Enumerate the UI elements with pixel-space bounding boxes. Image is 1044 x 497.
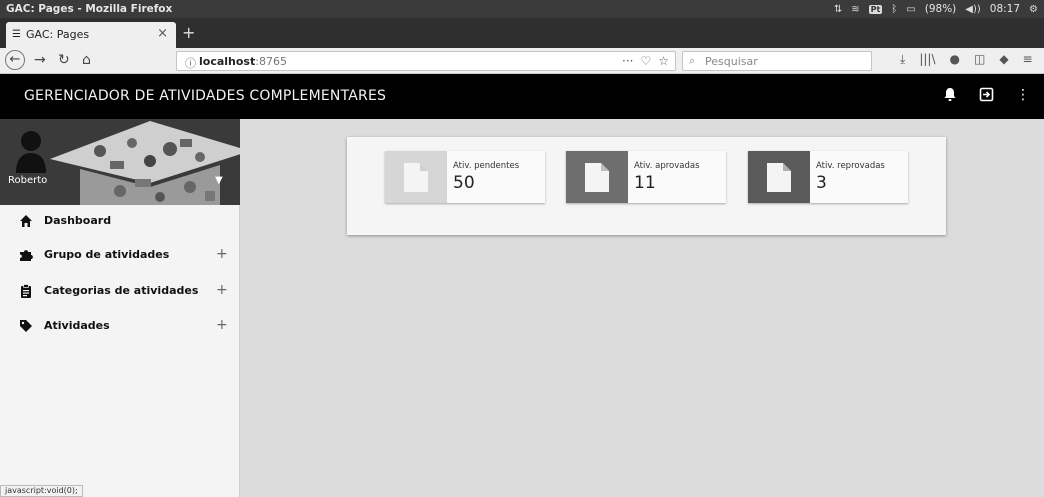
tab-strip: ☰ GAC: Pages × + [0, 18, 1044, 48]
user-profile-banner: Roberto ▼ [0, 119, 240, 205]
volume-icon[interactable]: ◀)) [965, 4, 981, 15]
sidebar-item-dashboard[interactable]: Dashboard [0, 205, 240, 239]
stat-label: Ativ. reprovadas [816, 161, 885, 171]
forward-button[interactable]: → [34, 52, 46, 68]
addon-icon[interactable]: ● [949, 52, 959, 67]
url-host: localhost [199, 55, 256, 68]
bookmark-star-icon[interactable]: ☆ [658, 54, 669, 68]
stat-box-rejected[interactable]: Ativ. reprovadas 3 [748, 151, 908, 203]
battery-percentage: (98%) [924, 3, 957, 15]
sidebar-item-label: Atividades [44, 319, 110, 332]
url-bar[interactable]: ⓘ localhost:8765 ··· ♡ ☆ [176, 51, 676, 71]
stat-value: 11 [634, 173, 656, 193]
settings-gear-icon[interactable]: ⚙ [1029, 4, 1038, 15]
battery-icon[interactable]: ▭ [906, 4, 915, 15]
browser-toolbar-icons: ⤓ |||\ ● ◫ ◆ ≡ [900, 52, 1033, 67]
stat-icon-box [385, 151, 447, 203]
sidebar-toggle-icon[interactable]: ◫ [974, 52, 985, 67]
avatar[interactable] [14, 129, 48, 173]
stat-label: Ativ. aprovadas [634, 161, 700, 171]
sidebar-item-label: Categorias de atividades [44, 284, 199, 297]
url-bar-tools: ··· ♡ ☆ [622, 54, 669, 68]
clock[interactable]: 08:17 [990, 3, 1020, 15]
pocket-icon[interactable]: ♡ [640, 54, 651, 68]
user-name[interactable]: Roberto [8, 175, 47, 186]
tab-title: GAC: Pages [26, 28, 90, 41]
app-header: GERENCIADOR DE ATIVIDADES COMPLEMENTARES… [0, 74, 1044, 119]
navigation-toolbar: ← → ↻ ⌂ ⓘ localhost:8765 ··· ♡ ☆ ⌕ Pesqu… [0, 48, 1044, 74]
page-actions-icon[interactable]: ··· [622, 54, 633, 68]
stat-icon-box [748, 151, 810, 203]
stats-card: Ativ. pendentes 50 Ativ. aprovadas 11 At… [347, 137, 946, 235]
chevron-down-icon[interactable]: ▼ [215, 175, 223, 186]
library-icon[interactable]: |||\ [919, 52, 935, 67]
window-title: GAC: Pages - Mozilla Firefox [6, 3, 173, 15]
expand-plus-icon[interactable]: + [216, 282, 228, 298]
site-info-icon[interactable]: ⓘ [185, 55, 196, 71]
browser-tab[interactable]: ☰ GAC: Pages × [6, 22, 176, 48]
expand-plus-icon[interactable]: + [216, 246, 228, 262]
puzzle-icon [18, 248, 34, 264]
document-icon [767, 163, 791, 192]
clipboard-icon [18, 284, 34, 300]
new-tab-button[interactable]: + [182, 23, 195, 42]
expand-plus-icon[interactable]: + [216, 317, 228, 333]
stat-box-approved[interactable]: Ativ. aprovadas 11 [566, 151, 726, 203]
app-title: GERENCIADOR DE ATIVIDADES COMPLEMENTARES [24, 88, 387, 104]
reload-button[interactable]: ↻ [58, 52, 70, 68]
document-icon [585, 163, 609, 192]
system-tray: ⇅ ≋ Pt ᛒ ▭ (98%) ◀)) 08:17 ⚙ [834, 3, 1038, 15]
search-icon: ⌕ [689, 54, 696, 67]
network-icon[interactable]: ⇅ [834, 4, 842, 15]
more-vert-icon[interactable]: ⋮ [1016, 87, 1030, 106]
search-placeholder: Pesquisar [705, 55, 758, 68]
menu-hamburger-icon[interactable]: ≡ [1023, 52, 1033, 67]
extension-icon[interactable]: ◆ [999, 52, 1008, 67]
search-input[interactable]: ⌕ Pesquisar [682, 51, 872, 71]
home-icon [18, 214, 34, 230]
keyboard-layout-badge[interactable]: Pt [868, 4, 883, 14]
download-icon[interactable]: ⤓ [900, 52, 905, 67]
sidebar: Roberto ▼ Dashboard Grupo de atividades … [0, 119, 240, 497]
sidebar-item-atividades[interactable]: Atividades + [0, 310, 240, 344]
notifications-bell-icon[interactable] [943, 87, 957, 106]
graduation-cap-banner-icon [50, 121, 240, 205]
sidebar-item-label: Grupo de atividades [44, 248, 170, 261]
header-actions: ⋮ [943, 87, 1030, 106]
url-text: localhost:8765 [199, 55, 287, 68]
tab-favicon-icon: ☰ [12, 29, 21, 40]
sidebar-item-label: Dashboard [44, 214, 112, 227]
stat-label: Ativ. pendentes [453, 161, 520, 171]
back-button[interactable]: ← [5, 50, 25, 70]
tag-icon [18, 319, 34, 335]
stat-icon-box [566, 151, 628, 203]
close-tab-icon[interactable]: × [157, 26, 168, 41]
logout-icon[interactable] [979, 87, 994, 106]
stat-value: 50 [453, 173, 475, 193]
status-bar-url: javascript:void(0); [0, 485, 83, 497]
stat-value: 3 [816, 173, 827, 193]
url-port: :8765 [255, 55, 287, 68]
sidebar-item-grupo-de-atividades[interactable]: Grupo de atividades + [0, 239, 240, 273]
stat-box-pending[interactable]: Ativ. pendentes 50 [385, 151, 545, 203]
document-icon [404, 163, 428, 192]
os-title-bar: GAC: Pages - Mozilla Firefox ⇅ ≋ Pt ᛒ ▭ … [0, 0, 1044, 18]
bluetooth-icon[interactable]: ᛒ [891, 4, 897, 15]
sidebar-item-categorias-de-atividades[interactable]: Categorias de atividades + [0, 275, 240, 309]
home-button[interactable]: ⌂ [82, 52, 91, 68]
wifi-icon[interactable]: ≋ [851, 4, 859, 15]
